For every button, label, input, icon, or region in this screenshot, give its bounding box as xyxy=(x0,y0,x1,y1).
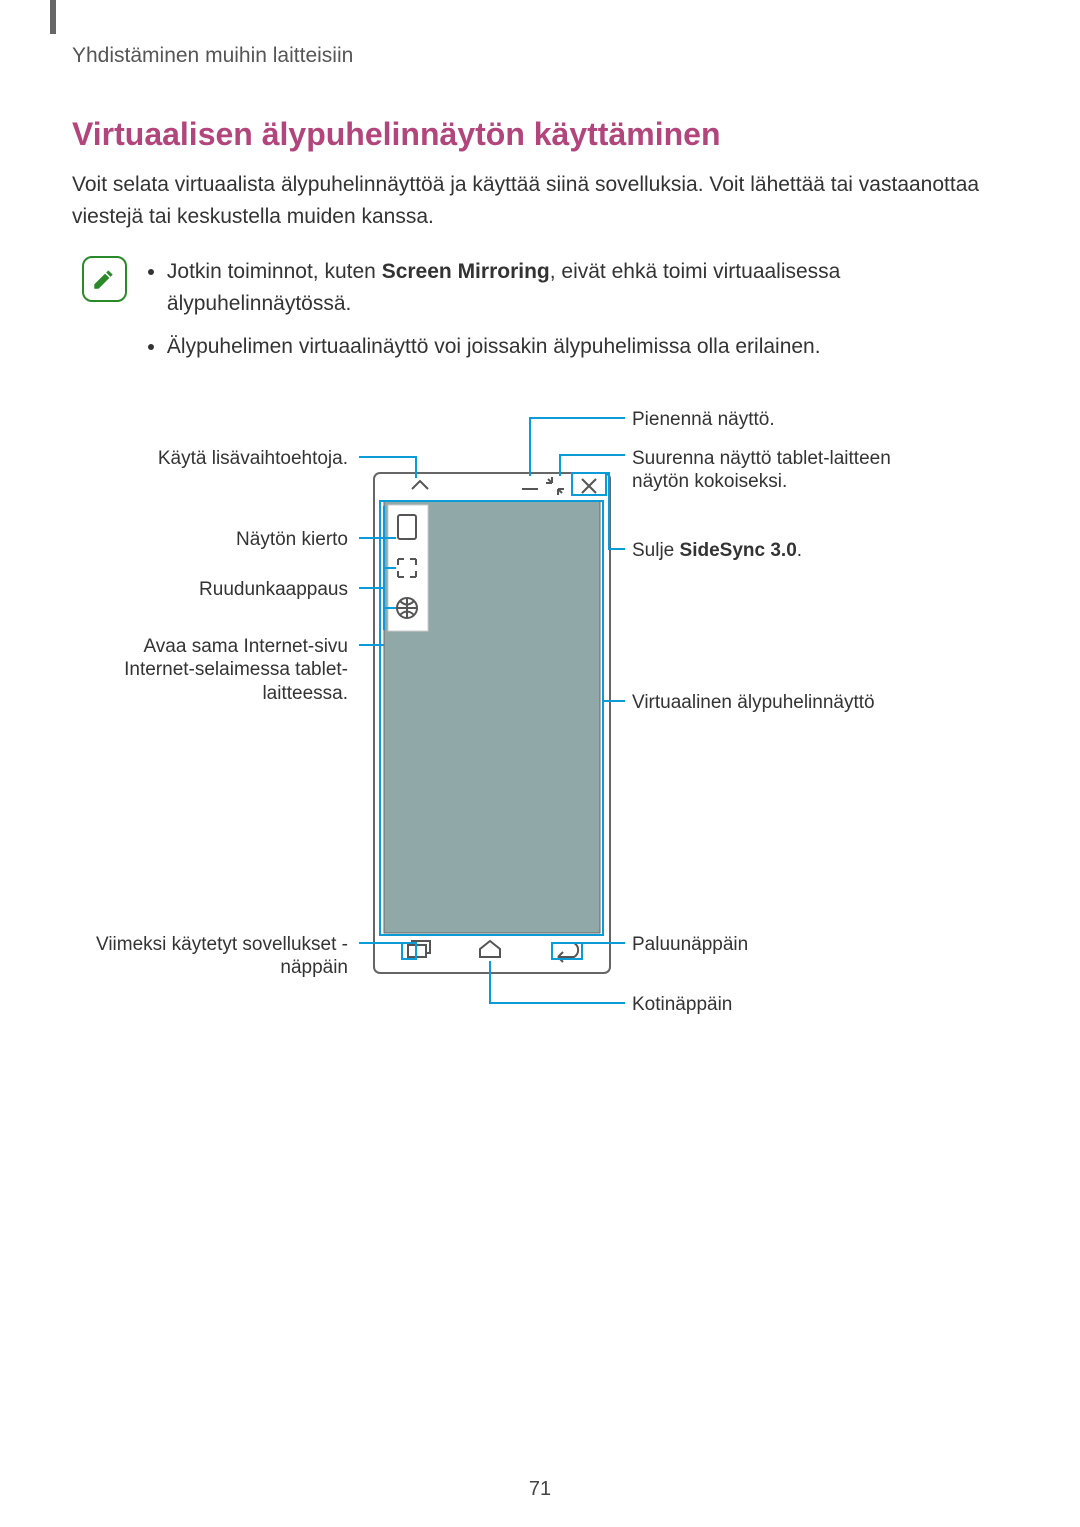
intro-paragraph: Voit selata virtuaalista älypuhelinnäytt… xyxy=(72,169,1008,232)
globe-lines-icon xyxy=(397,598,417,618)
note-block: Jotkin toiminnot, kuten Screen Mirroring… xyxy=(82,256,1008,375)
note-item-2: Älypuhelimen virtuaalinäyttö voi joissak… xyxy=(167,331,1008,363)
page-title: Virtuaalisen älypuhelinnäytön käyttämine… xyxy=(72,116,1008,153)
figure: Käytä lisävaihtoehtoja. Näytön kierto Ru… xyxy=(72,403,1008,1043)
line-minimize xyxy=(530,418,625,476)
note-item-1: Jotkin toiminnot, kuten Screen Mirroring… xyxy=(167,256,1008,319)
pen-icon xyxy=(91,266,117,292)
page-number: 71 xyxy=(0,1478,1080,1501)
section-header: Yhdistäminen muihin laitteisiin xyxy=(72,44,1008,68)
page-tab xyxy=(50,0,56,34)
note-icon xyxy=(82,256,127,302)
